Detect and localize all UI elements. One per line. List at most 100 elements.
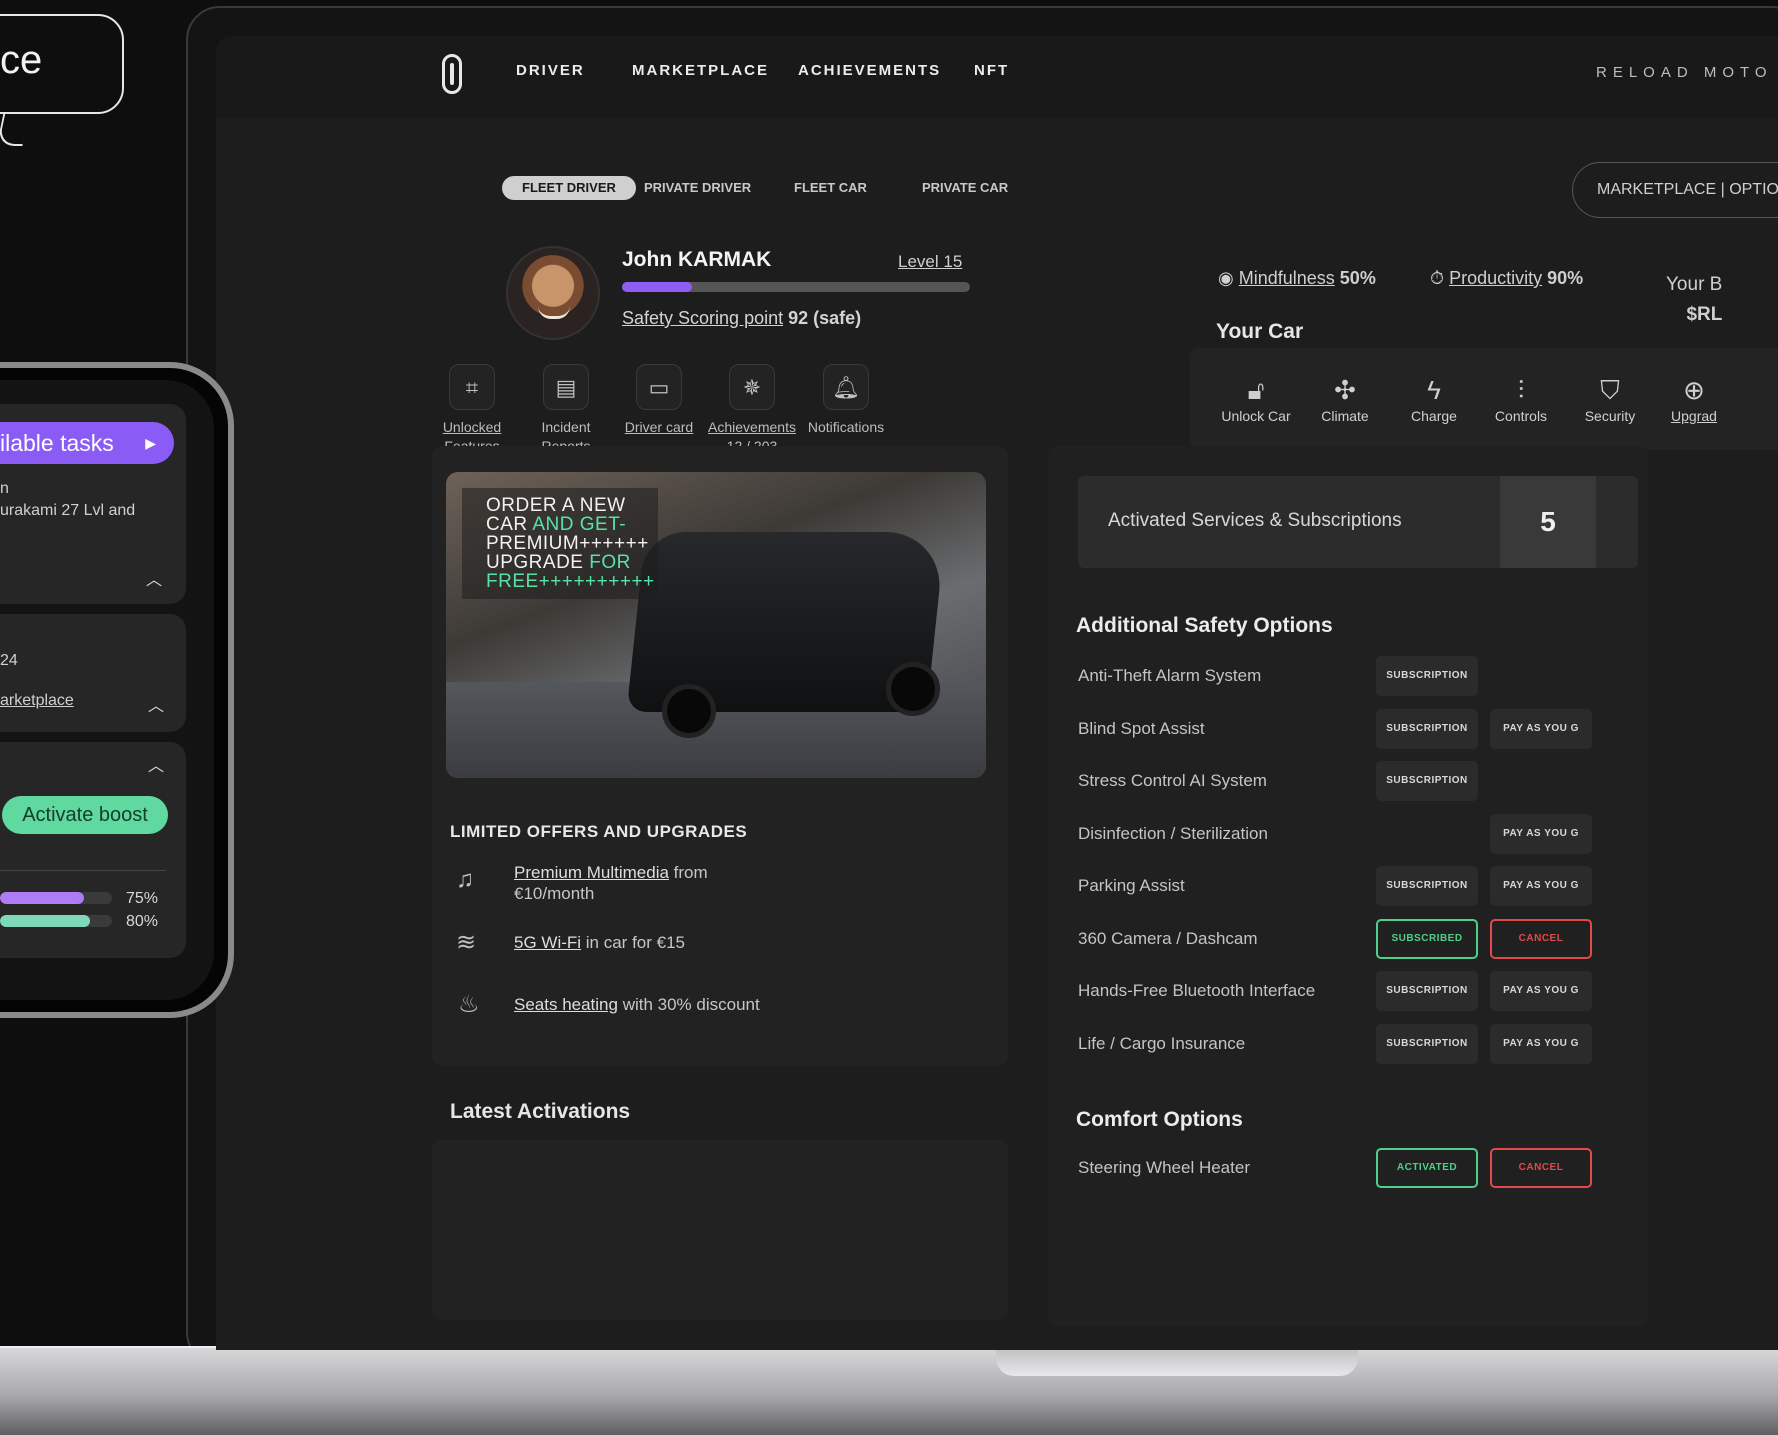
safety-score: Safety Scoring point 92 (safe) bbox=[622, 308, 861, 329]
control-unlock-car[interactable]: 🔓︎ Unlock Car bbox=[1212, 372, 1300, 424]
bubble-text: ce bbox=[0, 38, 43, 82]
phone-marketplace-link[interactable]: arketplace bbox=[0, 692, 74, 710]
subscription-button[interactable]: SUBSCRIPTION bbox=[1376, 971, 1478, 1011]
option-name: Life / Cargo Insurance bbox=[1078, 1033, 1246, 1053]
balance-label: Your B bbox=[1666, 274, 1723, 295]
available-tasks-button[interactable]: ilable tasks ▶ bbox=[0, 422, 174, 464]
profile-level-link[interactable]: Level 15 bbox=[898, 252, 962, 272]
activated-services-label: Activated Services & Subscriptions bbox=[1108, 510, 1402, 531]
balance-currency: $RL bbox=[1686, 304, 1723, 325]
quick-action-driver-card[interactable]: ▭ Driver card bbox=[609, 364, 709, 437]
mindfulness-link[interactable]: Mindfulness bbox=[1239, 268, 1335, 288]
sliders-icon: ⫶ bbox=[1517, 375, 1525, 405]
tab-fleet-car[interactable]: FLEET CAR bbox=[794, 176, 867, 200]
chevron-up-icon[interactable]: ︿ bbox=[148, 692, 164, 716]
offer-text: in car for €15 bbox=[581, 933, 685, 952]
control-climate[interactable]: ✣ Climate bbox=[1301, 372, 1389, 424]
tab-private-car[interactable]: PRIVATE CAR bbox=[922, 176, 1008, 200]
bubble-tail bbox=[0, 112, 30, 146]
music-icon: ♫ bbox=[456, 866, 474, 893]
stopwatch-icon: ⏱ bbox=[1430, 268, 1445, 288]
marketplace-options-button[interactable]: MARKETPLACE | OPTIO bbox=[1572, 162, 1778, 218]
safety-score-value: 92 (safe) bbox=[788, 308, 862, 328]
hero-headline: ORDER A NEW CAR AND GET- PREMIUM++++++ U… bbox=[462, 488, 658, 599]
subscription-button[interactable]: SUBSCRIPTION bbox=[1376, 656, 1478, 696]
pay-as-you-g-button[interactable]: PAY AS YOU G bbox=[1490, 866, 1592, 906]
progress-fill bbox=[0, 915, 90, 927]
tab-fleet-driver[interactable]: FLEET DRIVER bbox=[502, 176, 636, 200]
qa-label: Notifications bbox=[807, 419, 885, 435]
activated-button[interactable]: ACTIVATED bbox=[1376, 1148, 1478, 1188]
offers-title: LIMITED OFFERS AND UPGRADES bbox=[450, 822, 748, 841]
phone-text: 24 bbox=[0, 652, 18, 669]
subscribed-button[interactable]: SUBSCRIBED bbox=[1376, 918, 1478, 959]
latest-activations-title: Latest Activations bbox=[450, 1100, 631, 1123]
shield-icon: ⛉ bbox=[1600, 375, 1620, 405]
quick-action-incident-reports[interactable]: ▤ Incident Reports bbox=[516, 364, 616, 456]
subscription-button[interactable]: SUBSCRIPTION bbox=[1376, 1023, 1478, 1064]
tab-private-driver[interactable]: PRIVATE DRIVER bbox=[644, 176, 751, 200]
pay-as-you-g-button[interactable]: PAY AS YOU G bbox=[1490, 813, 1592, 854]
cancel-button[interactable]: CANCEL bbox=[1490, 1148, 1592, 1188]
tasks-button-label: ilable tasks bbox=[0, 430, 114, 456]
option-name: Steering Wheel Heater bbox=[1078, 1158, 1250, 1177]
laptop-base bbox=[0, 1346, 1778, 1435]
seat-heat-icon: ♨ bbox=[458, 991, 480, 1018]
safety-score-link[interactable]: Safety Scoring point bbox=[622, 308, 783, 328]
option-name: Disinfection / Sterilization bbox=[1078, 823, 1268, 843]
eye-icon: ◉ bbox=[1218, 268, 1234, 288]
control-charge[interactable]: ϟ Charge bbox=[1390, 372, 1478, 424]
mindfulness-stat: ◉ Mindfulness 50% bbox=[1218, 268, 1376, 289]
control-security[interactable]: ⛉ Security bbox=[1566, 372, 1654, 424]
offer-link[interactable]: Premium Multimedia bbox=[514, 863, 669, 882]
bolt-icon: ϟ bbox=[1427, 375, 1441, 405]
level-progress-bar bbox=[622, 282, 970, 292]
activate-boost-button[interactable]: Activate boost bbox=[2, 796, 168, 834]
pay-as-you-g-button[interactable]: PAY AS YOU G bbox=[1490, 1023, 1592, 1064]
badge-icon: ✵ bbox=[729, 364, 775, 410]
productivity-link[interactable]: Productivity bbox=[1449, 268, 1542, 288]
comfort-options-title: Comfort Options bbox=[1076, 1108, 1243, 1131]
progress-bar bbox=[0, 892, 112, 904]
phone-text: urakami 27 Lvl and bbox=[0, 502, 136, 519]
quick-action-unlocked-features[interactable]: ⌗ Unlocked Features bbox=[422, 364, 522, 456]
option-name: Hands-Free Bluetooth Interface bbox=[1078, 981, 1316, 1000]
mindfulness-value: 50% bbox=[1339, 268, 1376, 288]
control-label: Climate bbox=[1321, 408, 1369, 424]
control-controls[interactable]: ⫶ Controls bbox=[1477, 372, 1565, 424]
latest-activations-card bbox=[432, 1140, 1008, 1320]
progress-percent: 75% bbox=[126, 890, 159, 907]
offer-wifi: 5G Wi-Fi in car for €15 bbox=[514, 932, 685, 953]
offer-link[interactable]: 5G Wi-Fi bbox=[514, 933, 581, 952]
bell-icon: 🔔︎ bbox=[823, 364, 869, 410]
cancel-button[interactable]: CANCEL bbox=[1490, 918, 1592, 959]
hero-word: AND GET- bbox=[532, 514, 627, 535]
safety-options-title: Additional Safety Options bbox=[1076, 614, 1333, 637]
dashboard-content: FLEET DRIVER PRIVATE DRIVER FLEET CAR PR… bbox=[216, 36, 1778, 1350]
hero-word: CAR bbox=[486, 514, 533, 535]
offer-text: from bbox=[668, 863, 708, 882]
chevron-up-icon[interactable]: ︿ bbox=[146, 566, 162, 590]
control-upgrade[interactable]: ⊕ Upgrad bbox=[1650, 372, 1738, 424]
hero-line: CAR AND GET- bbox=[486, 515, 640, 534]
subscription-button[interactable]: SUBSCRIPTION bbox=[1376, 708, 1478, 749]
offer-link[interactable]: Seats heating bbox=[514, 995, 618, 1014]
avatar[interactable] bbox=[506, 246, 600, 340]
subscription-button[interactable]: SUBSCRIPTION bbox=[1376, 866, 1478, 906]
fan-icon: ✣ bbox=[1334, 375, 1356, 405]
qa-label: Achievements bbox=[708, 419, 796, 435]
option-name: Stress Control AI System bbox=[1078, 771, 1267, 790]
hero-wheel bbox=[662, 684, 716, 738]
control-label: Upgrad bbox=[1671, 408, 1717, 424]
quick-action-achievements[interactable]: ✵ Achievements 12 / 203 bbox=[702, 364, 802, 456]
hero-line: PREMIUM++++++ bbox=[486, 533, 649, 554]
quick-action-notifications[interactable]: 🔔︎ Notifications bbox=[796, 364, 896, 437]
qa-label: Driver card bbox=[624, 419, 694, 435]
chevron-up-icon[interactable]: ︿ bbox=[148, 752, 164, 776]
subscription-button[interactable]: SUBSCRIPTION bbox=[1376, 761, 1478, 801]
stage: ce DRIVER MARKETPLACE ACHIEVEMENTS NFT R… bbox=[0, 0, 1778, 1435]
pay-as-you-g-button[interactable]: PAY AS YOU G bbox=[1490, 971, 1592, 1011]
progress-fill bbox=[0, 892, 84, 904]
pay-as-you-g-button[interactable]: PAY AS YOU G bbox=[1490, 708, 1592, 749]
laptop-notch bbox=[996, 1346, 1358, 1376]
